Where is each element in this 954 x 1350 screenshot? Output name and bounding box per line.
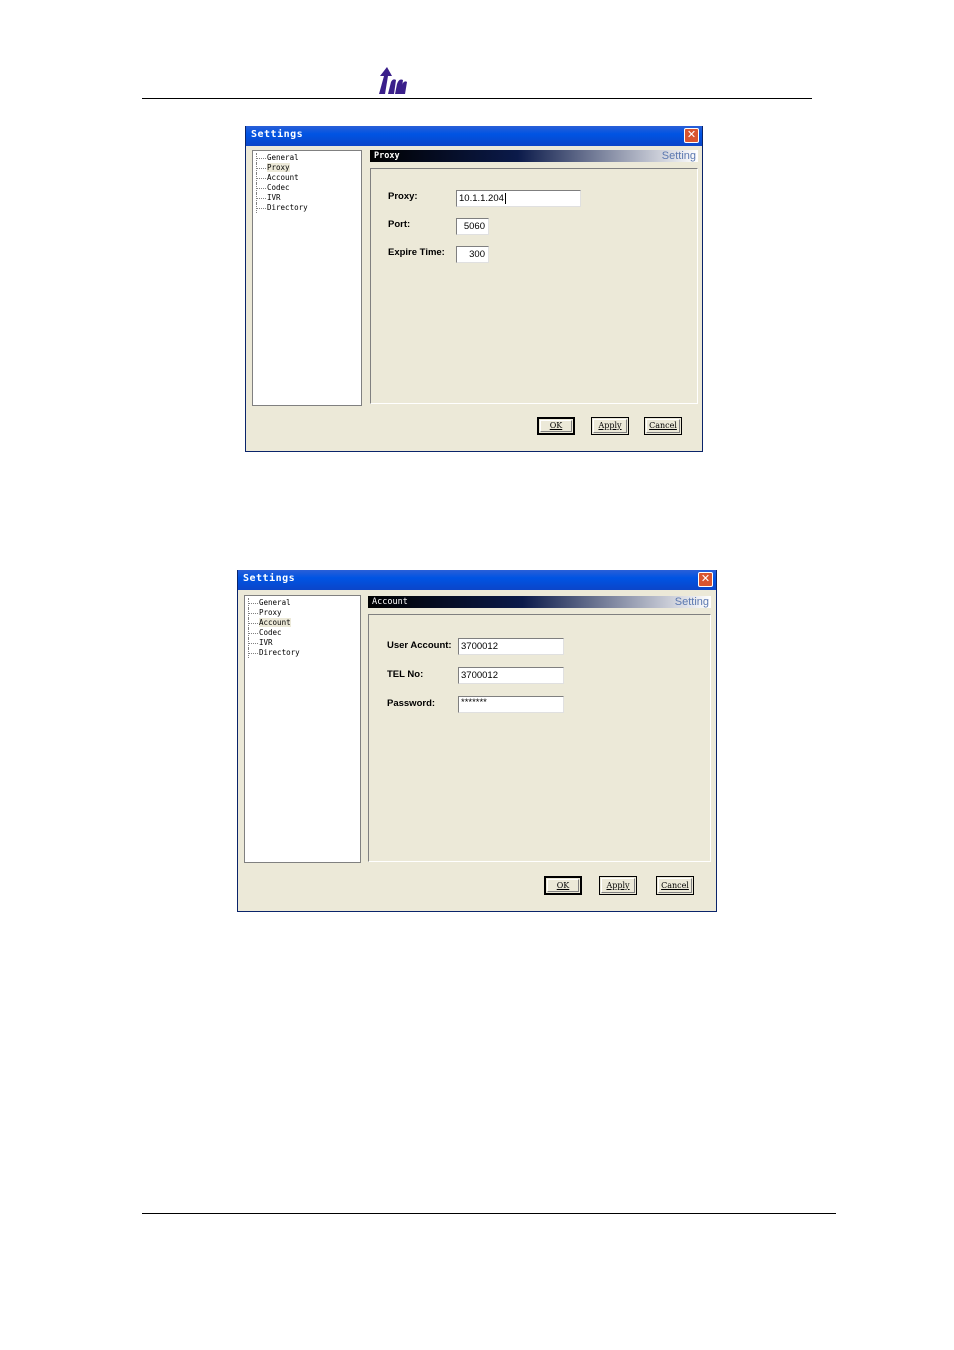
panel-header: Account Setting <box>368 596 711 608</box>
footer-rule <box>142 1213 836 1214</box>
panel-body: Proxy: 10.1.1.204 Port: 5060 Expire Time… <box>370 168 698 404</box>
company-logo-icon <box>379 67 407 94</box>
tree-item-account[interactable]: Account <box>245 618 360 628</box>
panel-body: User Account: 3700012 TEL No: 3700012 Pa… <box>368 614 711 862</box>
tel-no-input[interactable]: 3700012 <box>458 667 564 684</box>
proxy-input[interactable]: 10.1.1.204 <box>456 190 581 207</box>
panel-title: Account <box>372 597 408 607</box>
tree-item-codec[interactable]: Codec <box>253 183 361 193</box>
apply-button[interactable]: Apply <box>591 417 629 435</box>
window-titlebar[interactable]: Settings ✕ <box>238 570 716 590</box>
tel-no-label: TEL No: <box>387 669 424 680</box>
apply-button[interactable]: Apply <box>599 876 637 895</box>
expire-time-input[interactable]: 300 <box>456 246 489 263</box>
tree-item-account[interactable]: Account <box>253 173 361 183</box>
close-icon[interactable]: ✕ <box>698 572 713 587</box>
tree-item-directory[interactable]: Directory <box>245 648 360 658</box>
ok-button[interactable]: OK <box>537 417 575 435</box>
tree-item-ivr[interactable]: IVR <box>245 638 360 648</box>
expire-time-label: Expire Time: <box>388 247 445 258</box>
settings-window-account: Settings ✕ General Proxy Account Codec I… <box>237 570 717 912</box>
close-icon[interactable]: ✕ <box>684 128 699 143</box>
window-title: Settings <box>243 573 296 584</box>
password-label: Password: <box>387 698 436 709</box>
cancel-button[interactable]: Cancel <box>656 876 694 895</box>
tree-item-ivr[interactable]: IVR <box>253 193 361 203</box>
settings-panel: Account Setting User Account: 3700012 TE… <box>368 596 711 862</box>
settings-window-proxy: Settings ✕ General Proxy Account Codec I… <box>245 126 703 452</box>
tree-item-general[interactable]: General <box>245 598 360 608</box>
tree-item-general[interactable]: General <box>253 153 361 163</box>
cancel-button[interactable]: Cancel <box>644 417 682 435</box>
panel-subtitle: Setting <box>674 596 709 608</box>
window-title: Settings <box>251 129 304 140</box>
tree-item-proxy[interactable]: Proxy <box>245 608 360 618</box>
tree-item-directory[interactable]: Directory <box>253 203 361 213</box>
panel-subtitle: Setting <box>661 150 696 162</box>
tree-item-codec[interactable]: Codec <box>245 628 360 638</box>
user-account-label: User Account: <box>387 640 452 651</box>
tree-item-proxy[interactable]: Proxy <box>253 163 361 173</box>
header-rule <box>142 98 812 99</box>
proxy-label: Proxy: <box>388 191 418 202</box>
settings-panel: Proxy Setting Proxy: 10.1.1.204 Port: 50… <box>370 150 698 404</box>
password-input[interactable]: ******* <box>458 696 564 713</box>
panel-title: Proxy <box>374 151 400 161</box>
settings-tree: General Proxy Account Codec IVR Director… <box>244 595 361 863</box>
user-account-input[interactable]: 3700012 <box>458 638 564 655</box>
port-input[interactable]: 5060 <box>456 218 489 235</box>
ok-button[interactable]: OK <box>544 876 582 895</box>
window-titlebar[interactable]: Settings ✕ <box>246 126 702 146</box>
port-label: Port: <box>388 219 411 230</box>
settings-tree: General Proxy Account Codec IVR Director… <box>252 150 362 406</box>
panel-header: Proxy Setting <box>370 150 698 162</box>
